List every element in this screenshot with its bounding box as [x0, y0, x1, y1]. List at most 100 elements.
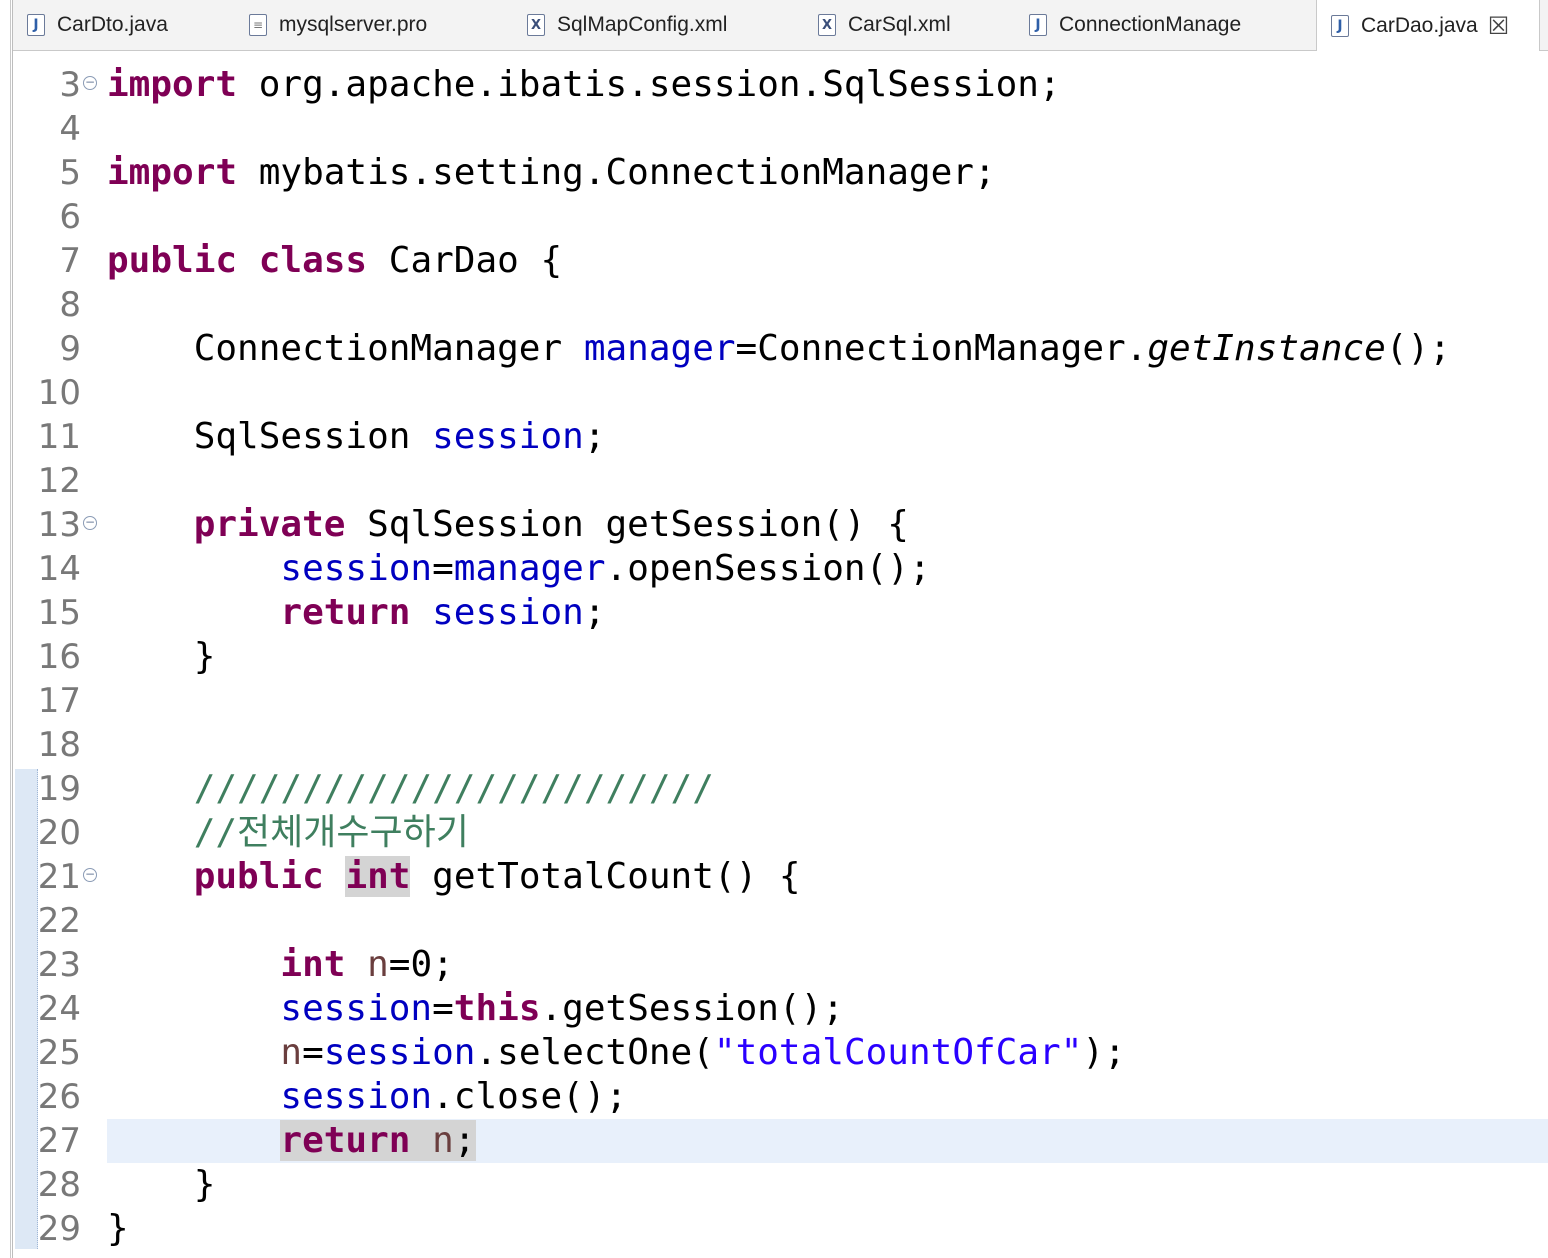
code-line[interactable]: 16 } — [13, 635, 1548, 679]
tab-carsql-xml[interactable]: X CarSql.xml — [818, 0, 951, 50]
code-token: //전체개수구하기 — [193, 812, 469, 853]
code-line[interactable]: 23 int n=0; — [13, 943, 1548, 987]
fold-collapse-icon[interactable]: − — [83, 516, 97, 530]
line-number: 20 — [37, 813, 81, 853]
code-line[interactable]: 15 return session; — [13, 591, 1548, 635]
xml-file-icon: X — [818, 14, 836, 36]
tab-label: CarDto.java — [57, 13, 168, 36]
code-token: SqlSession getSession() { — [345, 504, 909, 545]
code-line[interactable]: 26 session.close(); — [13, 1075, 1548, 1119]
code-token: getTotalCount() { — [410, 856, 801, 897]
code-line[interactable]: 9 ConnectionManager manager=ConnectionMa… — [13, 327, 1548, 371]
code-line[interactable]: 5 import mybatis.setting.ConnectionManage… — [13, 151, 1548, 195]
code-text: SqlSession session; — [107, 415, 1548, 459]
code-text: return n; — [107, 1119, 1548, 1163]
code-text: session=this.getSession(); — [107, 987, 1548, 1031]
line-number: 24 — [37, 989, 81, 1029]
line-number: 11 — [37, 417, 81, 457]
java-file-icon: J — [27, 14, 45, 36]
code-token: .close(); — [432, 1076, 628, 1117]
code-token: public — [193, 856, 324, 897]
code-text: private SqlSession getSession() { — [107, 503, 1548, 547]
code-token: = — [432, 988, 454, 1029]
code-line[interactable]: 17 — [13, 679, 1548, 723]
code-token: "totalCountOfCar" — [713, 1032, 1083, 1073]
code-line[interactable]: 27 return n; — [13, 1119, 1548, 1163]
code-text: } — [107, 635, 1548, 679]
code-line[interactable]: 28 } — [13, 1163, 1548, 1207]
line-number: 14 — [37, 549, 81, 589]
tab-cardao-java[interactable]: J CarDao.java ☒ — [1316, 0, 1540, 51]
close-tab-icon[interactable]: ☒ — [1488, 14, 1510, 38]
code-text: int n=0; — [107, 943, 1548, 987]
code-token: n — [367, 944, 389, 985]
code-line[interactable]: 25 n=session.selectOne("totalCountOfCar"… — [13, 1031, 1548, 1075]
code-token: .openSession(); — [605, 548, 931, 589]
line-number: 19 — [37, 769, 81, 809]
code-token: ; — [583, 416, 606, 457]
code-token: org.apache.ibatis.session.SqlSession; — [237, 64, 1061, 105]
tab-mysqlserver-pro[interactable]: ≡ mysqlserver.pro — [249, 0, 427, 50]
code-token: return — [280, 592, 411, 633]
code-token: private — [193, 504, 346, 545]
tab-connectionmanager[interactable]: J ConnectionManage — [1029, 0, 1241, 50]
code-line[interactable]: 19 //////////////////////// — [13, 767, 1548, 811]
code-line[interactable]: 6 — [13, 195, 1548, 239]
code-line[interactable]: 4 — [13, 107, 1548, 151]
code-text: //전체개수구하기 — [107, 811, 1548, 855]
fold-collapse-icon[interactable]: − — [83, 76, 97, 90]
line-number: 25 — [37, 1033, 81, 1073]
code-token — [410, 1120, 433, 1161]
code-line[interactable]: 21− public int getTotalCount() { — [13, 855, 1548, 899]
code-line[interactable]: 18 — [13, 723, 1548, 767]
code-line[interactable]: 22 — [13, 899, 1548, 943]
code-token: .selectOne( — [475, 1032, 714, 1073]
code-line[interactable]: 3− import org.apache.ibatis.session.SqlSe… — [13, 63, 1548, 107]
code-line[interactable]: 7 public class CarDao { — [13, 239, 1548, 283]
tab-cardto-java[interactable]: J CarDto.java — [27, 0, 168, 50]
code-editor[interactable]: 3− import org.apache.ibatis.session.SqlSe… — [13, 51, 1548, 1258]
code-token: import — [107, 64, 238, 105]
code-line[interactable]: 13− private SqlSession getSession() { — [13, 503, 1548, 547]
code-line[interactable]: 11 SqlSession session; — [13, 415, 1548, 459]
code-token: n — [432, 1120, 454, 1161]
tab-label: ConnectionManage — [1059, 13, 1242, 36]
code-token: n — [280, 1032, 303, 1073]
code-line[interactable]: 29} — [13, 1207, 1548, 1251]
code-text: //////////////////////// — [107, 767, 1548, 811]
line-number: 13 — [37, 505, 81, 545]
code-line[interactable]: 10 — [13, 371, 1548, 415]
code-line[interactable]: 20 //전체개수구하기 — [13, 811, 1548, 855]
code-line[interactable]: 24 session=this.getSession(); — [13, 987, 1548, 1031]
code-line[interactable]: 12 — [13, 459, 1548, 503]
line-number: 21 — [37, 857, 81, 897]
code-line[interactable]: 14 session=manager.openSession(); — [13, 547, 1548, 591]
code-token: session — [280, 548, 433, 589]
code-token: SqlSession — [107, 416, 433, 457]
line-number: 6 — [59, 197, 81, 237]
code-text: public class CarDao { — [107, 239, 1548, 283]
code-text: } — [107, 1207, 1548, 1251]
code-token: session — [323, 1032, 476, 1073]
code-token: mybatis.setting.ConnectionManager; — [237, 152, 996, 193]
tab-sqlmapconfig-xml[interactable]: X SqlMapConfig.xml — [527, 0, 727, 50]
code-token: } — [107, 1208, 129, 1249]
line-number: 17 — [37, 681, 81, 721]
code-token: manager — [583, 328, 736, 369]
fold-collapse-icon[interactable]: − — [83, 868, 97, 882]
editor-tab-bar: J CarDto.java ≡ mysqlserver.pro X SqlMap… — [13, 0, 1548, 51]
code-token: session — [280, 988, 433, 1029]
code-line[interactable]: 8 — [13, 283, 1548, 327]
code-token: getInstance — [1147, 328, 1386, 369]
line-number: 8 — [59, 285, 81, 325]
